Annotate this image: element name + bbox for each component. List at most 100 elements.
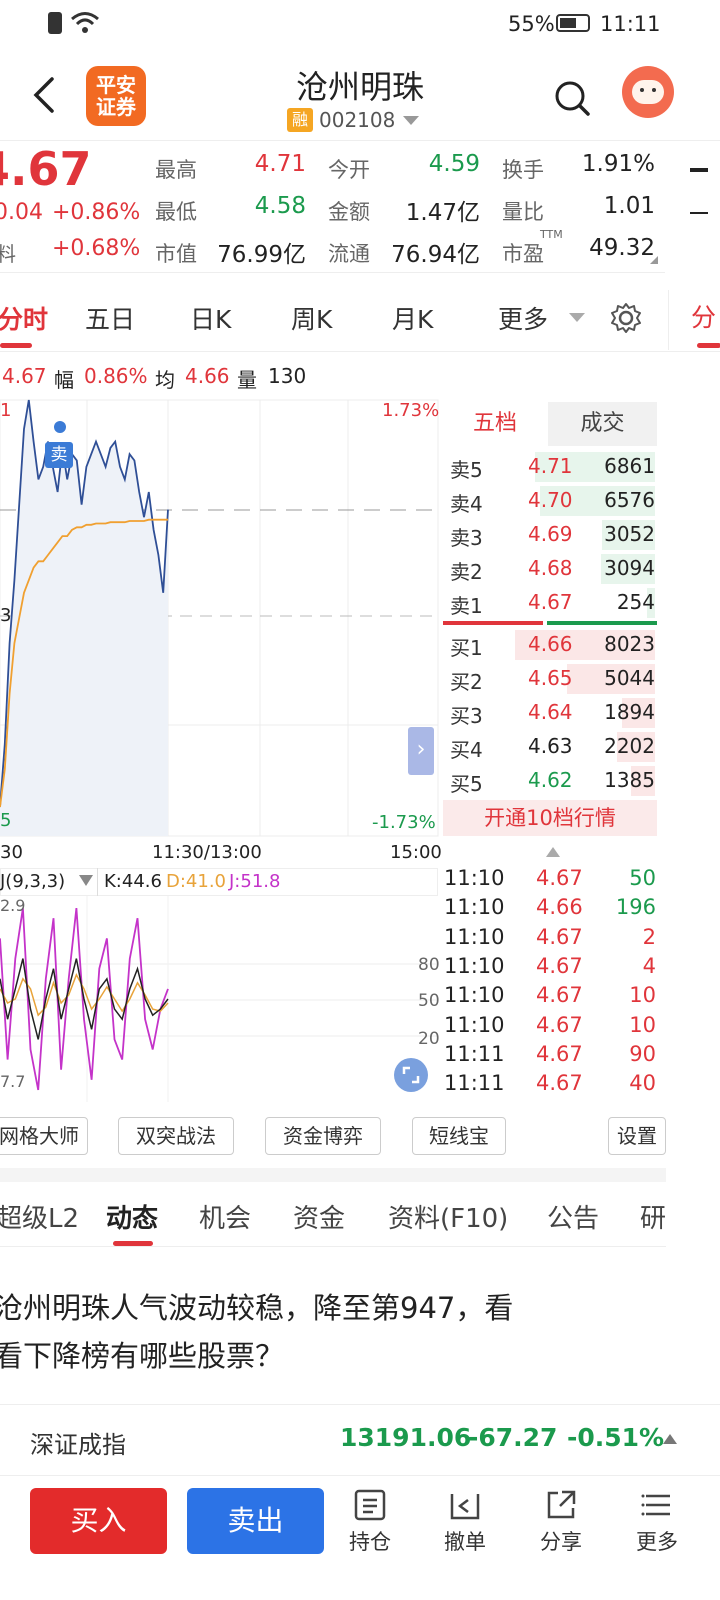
left-value-3: +0.68%	[52, 236, 141, 261]
settings-gear-icon[interactable]	[610, 302, 642, 334]
tab-research[interactable]: 研	[640, 1198, 666, 1235]
sell-price: 4.71	[528, 454, 573, 478]
tab-announcement[interactable]: 公告	[547, 1198, 599, 1235]
tool-short-line[interactable]: 短线宝	[412, 1117, 506, 1155]
buy-level-label: 买4	[450, 738, 483, 762]
x-tick-start: 30	[0, 842, 23, 863]
chart-top-pct: 1.73%	[382, 400, 440, 421]
turnover-label: 换手	[502, 158, 544, 182]
kdj-level-80: 80	[418, 955, 440, 975]
tab-f10[interactable]: 资料(F10)	[388, 1198, 508, 1235]
buy-volume: 8023	[604, 632, 655, 656]
kdj-j: J:51.8	[229, 871, 281, 892]
sell-volume: 6861	[604, 454, 655, 478]
tab-news[interactable]: 动态	[106, 1198, 158, 1235]
stock-name: 沧州明珠	[295, 68, 424, 106]
buy-volume: 1385	[604, 768, 655, 792]
buy-level-label: 买5	[450, 772, 483, 796]
share-button[interactable]: 分享	[526, 1488, 596, 1556]
sell-button[interactable]: 卖出	[187, 1488, 324, 1554]
stock-code-row[interactable]: 融 002108	[287, 108, 421, 132]
tick-time: 11:11	[444, 1041, 505, 1066]
sell-marker[interactable]: 卖	[45, 442, 73, 468]
sell-level-label: 卖3	[450, 526, 483, 550]
sell-level-label: 卖4	[450, 492, 483, 516]
pe-label: 市盈	[502, 242, 544, 266]
index-ticker-bar[interactable]: 深证成指 13191.06 -67.27 -0.51%	[0, 1404, 720, 1476]
tool-grid-master[interactable]: 网格大师	[0, 1117, 88, 1155]
buy-row[interactable]: 买2 4.65 5044	[440, 662, 657, 696]
buy-row[interactable]: 买3 4.64 1894	[440, 696, 657, 730]
tool-double-break[interactable]: 双突战法	[118, 1117, 234, 1155]
x-tick-end: 15:00	[390, 842, 442, 863]
kdj-label[interactable]: J(9,3,3)	[0, 871, 65, 892]
buy-button[interactable]: 买入	[30, 1488, 167, 1554]
sell-price: 4.68	[528, 556, 573, 580]
tick-time: 11:10	[444, 983, 505, 1008]
holdings-button[interactable]: 持仓	[335, 1488, 405, 1556]
jun-value: 4.66	[185, 364, 230, 388]
cancel-order-icon	[450, 1494, 480, 1520]
tab-opportunity[interactable]: 机会	[199, 1198, 251, 1235]
fu-label: 幅	[54, 368, 74, 392]
tab-super-l2[interactable]: 超级L2	[0, 1198, 79, 1235]
tab-more[interactable]: 更多	[498, 300, 548, 336]
buy-row[interactable]: 买4 4.63 2202	[440, 730, 657, 764]
sell-row[interactable]: 卖4 4.70 6576	[440, 484, 657, 518]
tick-volume: 4	[642, 953, 656, 978]
sell-row[interactable]: 卖1 4.67 254	[440, 586, 657, 620]
tab-5day[interactable]: 五日	[85, 300, 135, 336]
tab-orderbook[interactable]: 五档	[443, 402, 547, 446]
index-value: 13191.06	[340, 1423, 472, 1452]
scroll-up-icon[interactable]	[545, 846, 561, 858]
liang-label: 量	[237, 368, 257, 392]
sell-row[interactable]: 卖2 4.68 3094	[440, 552, 657, 586]
buy-row[interactable]: 买5 4.62 1385	[440, 764, 657, 798]
cancel-order-button[interactable]: 撤单	[430, 1488, 500, 1556]
tab-trades[interactable]: 成交	[548, 402, 657, 446]
caret-up-icon[interactable]	[662, 1433, 678, 1445]
tab-capital[interactable]: 资金	[293, 1198, 345, 1235]
sell-row[interactable]: 卖5 4.71 6861	[440, 450, 657, 484]
expand-panel-icon[interactable]: ›	[408, 727, 434, 775]
tab-weekly-k[interactable]: 周K	[291, 300, 332, 336]
sell-row[interactable]: 卖3 4.69 3052	[440, 518, 657, 552]
tab-daily-k[interactable]: 日K	[190, 300, 231, 336]
tool-settings[interactable]: 设置	[608, 1117, 666, 1155]
battery-icon	[556, 14, 590, 32]
divider	[97, 868, 98, 896]
tick-time: 11:10	[444, 866, 505, 890]
tick-volume: 196	[615, 895, 656, 920]
tab-intraday[interactable]: 分时	[0, 300, 48, 336]
kdj-level-20: 20	[418, 1029, 440, 1049]
float-value: 76.94亿	[391, 242, 480, 268]
more-button[interactable]: 更多	[622, 1488, 692, 1556]
tick-price: 4.67	[536, 953, 583, 978]
kdj-caret-icon[interactable]	[78, 874, 94, 888]
news-item[interactable]: 沧州明珠人气波动较稳，降至第947，看 看下降榜有哪些股票？	[0, 1284, 600, 1380]
index-name: 深证成指	[30, 1431, 126, 1459]
tick-price: 4.67	[536, 1012, 583, 1037]
kdj-chart[interactable]	[0, 896, 440, 1102]
caret-down-icon	[403, 116, 420, 125]
expand-corner-icon[interactable]	[650, 256, 658, 264]
tick-time: 11:10	[444, 895, 505, 920]
kdj-axis-top: 2.9	[0, 896, 26, 915]
kdj-d: D:41.0	[166, 871, 227, 892]
tab-active-underline	[0, 343, 32, 348]
open-label: 今开	[328, 158, 370, 182]
index-pct: -0.51%	[567, 1423, 665, 1452]
pe-value: 49.32	[589, 235, 655, 261]
avatar[interactable]	[622, 66, 674, 118]
open-10-level-button[interactable]: 开通10档行情	[443, 800, 657, 836]
trade-tick-row: 11:10 4.66 196	[444, 895, 658, 924]
tool-fund-game[interactable]: 资金博弈	[265, 1117, 381, 1155]
tick-price: 4.66	[536, 895, 583, 920]
search-icon[interactable]	[552, 78, 592, 118]
buy-row[interactable]: 买1 4.66 8023	[440, 628, 657, 662]
tab-monthly-k[interactable]: 月K	[392, 300, 433, 336]
kdj-level-50: 50	[418, 991, 440, 1011]
trade-tick-row: 11:10 4.67 50	[444, 866, 658, 895]
sell-price: 4.69	[528, 522, 573, 546]
fullscreen-icon[interactable]	[394, 1058, 428, 1092]
